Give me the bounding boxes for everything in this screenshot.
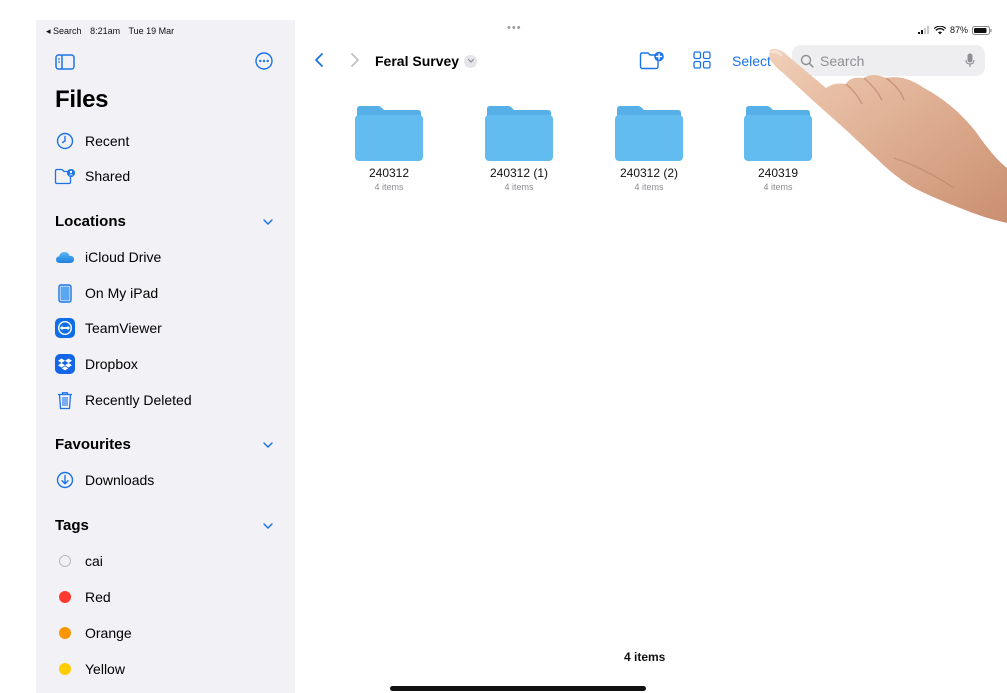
sidebar-item-tag-orange[interactable]: Orange bbox=[54, 622, 132, 644]
sidebar-item-recent[interactable]: Recent bbox=[54, 130, 129, 152]
sidebar-item-label: Recent bbox=[85, 133, 130, 149]
battery-icon bbox=[972, 25, 992, 35]
sidebar-item-label: iCloud Drive bbox=[85, 249, 162, 265]
download-circle-icon bbox=[54, 469, 76, 491]
home-indicator[interactable] bbox=[390, 686, 646, 691]
sidebar-item-dropbox[interactable]: Dropbox bbox=[54, 353, 138, 375]
chevron-down-icon[interactable] bbox=[262, 217, 274, 227]
teamviewer-icon bbox=[54, 317, 76, 339]
battery-percent: 87% bbox=[949, 25, 968, 35]
sidebar-item-teamviewer[interactable]: TeamViewer bbox=[54, 317, 162, 339]
folder-item[interactable]: 240312 4 items bbox=[334, 105, 444, 192]
sidebar-item-icloud-drive[interactable]: iCloud Drive bbox=[54, 246, 161, 268]
sidebar-item-label: TeamViewer bbox=[85, 320, 162, 336]
status-bar-right: 87% bbox=[917, 25, 992, 35]
sidebar-icon bbox=[55, 54, 75, 70]
sidebar-item-label: Dropbox bbox=[85, 356, 138, 372]
ellipsis-circle-icon bbox=[255, 52, 273, 70]
sidebar-item-label: Shared bbox=[85, 168, 131, 184]
sidebar-toggle-button[interactable] bbox=[54, 53, 76, 71]
folder-name: 240312 (1) bbox=[489, 166, 549, 180]
status-date: Tue 19 Mar bbox=[128, 26, 175, 36]
folder-item[interactable]: 240312 (1) 4 items bbox=[464, 105, 574, 192]
sidebar-item-label: Downloads bbox=[85, 472, 155, 488]
view-options-button[interactable] bbox=[692, 50, 712, 70]
folder-item[interactable]: 240312 (2) 4 items bbox=[594, 105, 704, 192]
sidebar-item-label: Yellow bbox=[85, 661, 125, 677]
grid-view-icon bbox=[693, 51, 711, 69]
sidebar: ◂ Search 8:21am Tue 19 Mar Files Recent … bbox=[36, 20, 295, 693]
back-button[interactable] bbox=[311, 50, 327, 70]
red-tag-dot-icon bbox=[59, 591, 71, 603]
new-folder-button[interactable] bbox=[639, 50, 665, 70]
sidebar-item-label: Red bbox=[85, 589, 111, 605]
sidebar-item-recently-deleted[interactable]: Recently Deleted bbox=[54, 389, 192, 411]
dropbox-icon bbox=[54, 353, 76, 375]
sidebar-item-label: Recently Deleted bbox=[85, 392, 192, 408]
icloud-icon bbox=[54, 246, 76, 268]
back-to-app-link[interactable]: ◂ Search bbox=[46, 26, 82, 36]
shared-folder-icon bbox=[54, 165, 76, 187]
chevron-down-circle-icon bbox=[464, 54, 478, 68]
sidebar-item-shared[interactable]: Shared bbox=[54, 165, 130, 187]
footer-item-count: 4 items bbox=[624, 650, 666, 664]
wifi-icon bbox=[933, 25, 946, 34]
forward-button[interactable] bbox=[347, 50, 363, 70]
folder-icon bbox=[355, 106, 423, 161]
section-header-tags: Tags bbox=[55, 517, 89, 534]
trash-icon bbox=[54, 389, 76, 411]
multitasking-handle-icon[interactable]: ••• bbox=[507, 22, 522, 34]
folder-title-label: Feral Survey bbox=[375, 53, 460, 69]
section-header-favourites: Favourites bbox=[55, 436, 131, 453]
sidebar-item-tag-yellow[interactable]: Yellow bbox=[54, 658, 125, 680]
orange-tag-dot-icon bbox=[59, 627, 71, 639]
clock-icon bbox=[54, 130, 76, 152]
ipad-icon bbox=[54, 282, 76, 304]
sidebar-item-downloads[interactable]: Downloads bbox=[54, 469, 154, 491]
folder-title-menu[interactable]: Feral Survey bbox=[375, 53, 478, 69]
folder-item-count: 4 items bbox=[374, 182, 404, 192]
sidebar-item-tag-cai[interactable]: cai bbox=[54, 550, 103, 572]
folder-item-count: 4 items bbox=[504, 182, 534, 192]
chevron-down-icon[interactable] bbox=[262, 440, 274, 450]
folder-name: 240312 (2) bbox=[619, 166, 679, 180]
folder-icon bbox=[485, 106, 553, 161]
sidebar-title: Files bbox=[55, 86, 109, 113]
sidebar-item-tag-red[interactable]: Red bbox=[54, 586, 111, 608]
pointing-hand-image bbox=[769, 48, 1007, 223]
chevron-right-icon bbox=[351, 53, 359, 67]
chevron-left-icon bbox=[315, 53, 323, 67]
section-header-locations: Locations bbox=[55, 213, 126, 230]
cellular-signal-icon bbox=[917, 26, 929, 34]
chevron-down-icon[interactable] bbox=[262, 521, 274, 531]
status-bar-left: ◂ Search 8:21am Tue 19 Mar bbox=[46, 26, 180, 37]
folder-icon bbox=[615, 106, 683, 161]
sidebar-item-label: On My iPad bbox=[85, 285, 159, 301]
folder-name: 240312 bbox=[368, 166, 410, 180]
new-folder-icon bbox=[639, 51, 664, 69]
sidebar-item-label: Orange bbox=[85, 625, 132, 641]
sidebar-item-on-my-ipad[interactable]: On My iPad bbox=[54, 282, 158, 304]
status-time: 8:21am bbox=[90, 26, 121, 36]
yellow-tag-dot-icon bbox=[59, 663, 71, 675]
sidebar-item-label: cai bbox=[85, 553, 103, 569]
folder-item-count: 4 items bbox=[634, 182, 664, 192]
more-options-button[interactable] bbox=[254, 51, 274, 71]
tag-empty-circle-icon bbox=[59, 555, 71, 567]
